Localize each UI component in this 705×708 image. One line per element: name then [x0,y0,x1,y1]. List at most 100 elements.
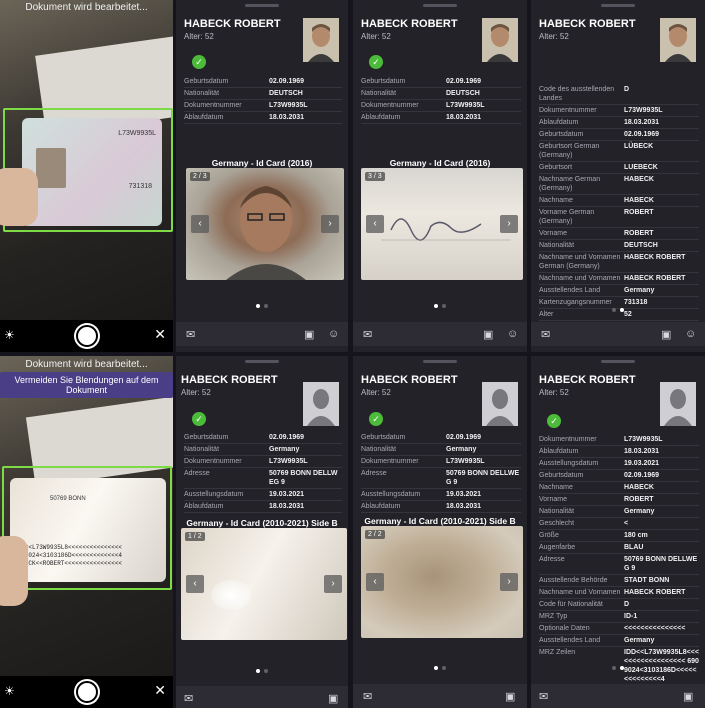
info-row: Geschlecht < [539,518,699,530]
previous-image-button[interactable]: ‹ [191,215,209,233]
sheet-handle[interactable] [423,4,457,7]
info-label: Nationalität [184,90,220,97]
page-indicator [353,304,527,308]
mail-icon[interactable]: ✉ [184,692,193,705]
info-label: Geburtsort [539,164,573,171]
info-label: Nachname und Vornamen [539,589,621,596]
info-value: 02.09.1969 [269,78,305,85]
info-label: Ablaufdatum [184,503,224,510]
info-value: DEUTSCH [624,242,658,249]
page-indicator [531,666,705,670]
info-label: Adresse [361,470,387,477]
info-value: 18.03.2031 [446,114,482,121]
next-image-button[interactable]: › [500,215,518,233]
info-row: Nachname und Vornamen German (Germany) HA… [539,252,699,273]
info-row: Nachname HABECK [539,195,699,207]
mail-icon[interactable]: ✉ [363,690,372,703]
id-card-icon[interactable]: ▣ [483,328,493,341]
info-label: Nationalität [184,446,220,453]
id-card-icon[interactable]: ▣ [304,328,314,341]
info-label: Vorname [539,496,568,503]
info-rows: Geburtsdatum 02.09.1969 Nationalität German… [361,432,521,513]
id-card-icon[interactable]: ▣ [328,692,338,705]
info-label: Nachname und Vornamen [539,275,621,282]
info-row: Ablaufdatum 18.03.2031 [184,501,342,513]
info-value: 18.03.2031 [269,114,305,121]
bottom-tab-bar: ✉ ▣ [531,684,705,708]
info-label: Vorname [539,230,568,237]
info-row: Ausstellungsdatum 19.03.2021 [539,458,699,470]
info-label: Ausstellendes Land [539,287,601,294]
verified-check-icon: ✓ [369,55,383,69]
image-counter: 1 / 2 [185,532,205,541]
bottom-tab-bar: ✉ ▣ [176,686,348,708]
image-counter: 2 / 2 [365,530,385,539]
info-value: HABECK ROBERT [624,254,686,261]
info-value: HABECK ROBERT [624,275,686,282]
id-card-icon[interactable]: ▣ [505,690,515,703]
info-value: ROBERT [624,209,654,216]
info-row: Geburtsdatum 02.09.1969 [361,76,521,88]
next-image-button[interactable]: › [324,575,342,593]
info-row: Geburtsdatum 02.09.1969 [361,432,521,444]
face-icon[interactable]: ☺ [685,328,696,340]
mail-icon[interactable]: ✉ [186,328,195,341]
info-row: Geburtsort German (Germany) LÜBECK [539,141,699,162]
info-value: 50769 BONN DELLWEG 9 [269,470,338,486]
sheet-handle[interactable] [245,360,279,363]
holder-age: Alter: 52 [184,32,214,41]
camera-toolbar: ☀ ✕ [0,320,173,352]
info-value: 19.03.2021 [624,460,660,467]
document-image: 3 / 3 ‹ › [361,168,523,280]
id-card-icon[interactable]: ▣ [683,690,693,703]
info-label: Nationalität [539,508,575,515]
previous-image-button[interactable]: ‹ [186,575,204,593]
info-row: Nationalität Germany [361,444,521,456]
id-card-icon[interactable]: ▣ [661,328,671,341]
sheet-handle[interactable] [601,360,635,363]
sheet-handle[interactable] [423,360,457,363]
portrait-photo [482,18,518,62]
info-row: Vorname ROBERT [539,494,699,506]
sheet-handle[interactable] [601,4,635,7]
info-value: Germany [269,446,300,453]
mail-icon[interactable]: ✉ [363,328,372,341]
mail-icon[interactable]: ✉ [541,328,550,341]
info-label: Nachname German (Germany) [539,176,601,192]
close-icon[interactable]: ✕ [154,682,166,699]
info-label: Nachname [539,484,573,491]
info-label: Ablaufdatum [539,119,579,126]
brightness-icon[interactable]: ☀ [4,328,15,342]
page-indicator [531,308,705,312]
holder-name: HABECK ROBERT [361,18,458,30]
info-label: Kartenzugangsnummer [539,299,612,306]
info-row: Dokumentnummer L73W9935L [184,100,342,112]
shutter-button[interactable] [75,325,98,347]
info-label: Nationalität [361,446,397,453]
camera-scan-view-1: Dokument wird bearbeitet... L73W9935L 73… [0,0,173,352]
face-icon[interactable]: ☺ [328,328,339,340]
info-label: Dokumentnummer [184,102,242,109]
info-value: L73W9935L [446,102,485,109]
image-counter: 2 / 3 [190,172,210,181]
info-row: MRZ Typ ID-1 [539,611,699,623]
previous-image-button[interactable]: ‹ [366,215,384,233]
verified-check-icon: ✓ [369,412,383,426]
processing-status: Dokument wird bearbeitet... [25,2,148,13]
info-value: HABECK [624,176,654,183]
previous-image-button[interactable]: ‹ [366,573,384,591]
info-row: Geburtsdatum 02.09.1969 [184,76,342,88]
mail-icon[interactable]: ✉ [539,690,548,703]
info-row: Vorname ROBERT [539,228,699,240]
close-icon[interactable]: ✕ [154,326,166,343]
next-image-button[interactable]: › [321,215,339,233]
info-label: Geburtsdatum [184,78,229,85]
info-row: Code für Nationalität D [539,599,699,611]
holder-age: Alter: 52 [361,388,391,397]
shutter-button[interactable] [75,681,98,703]
brightness-icon[interactable]: ☀ [4,684,15,698]
portrait-placeholder [660,382,696,426]
sheet-handle[interactable] [245,4,279,7]
next-image-button[interactable]: › [500,573,518,591]
face-icon[interactable]: ☺ [507,328,518,340]
